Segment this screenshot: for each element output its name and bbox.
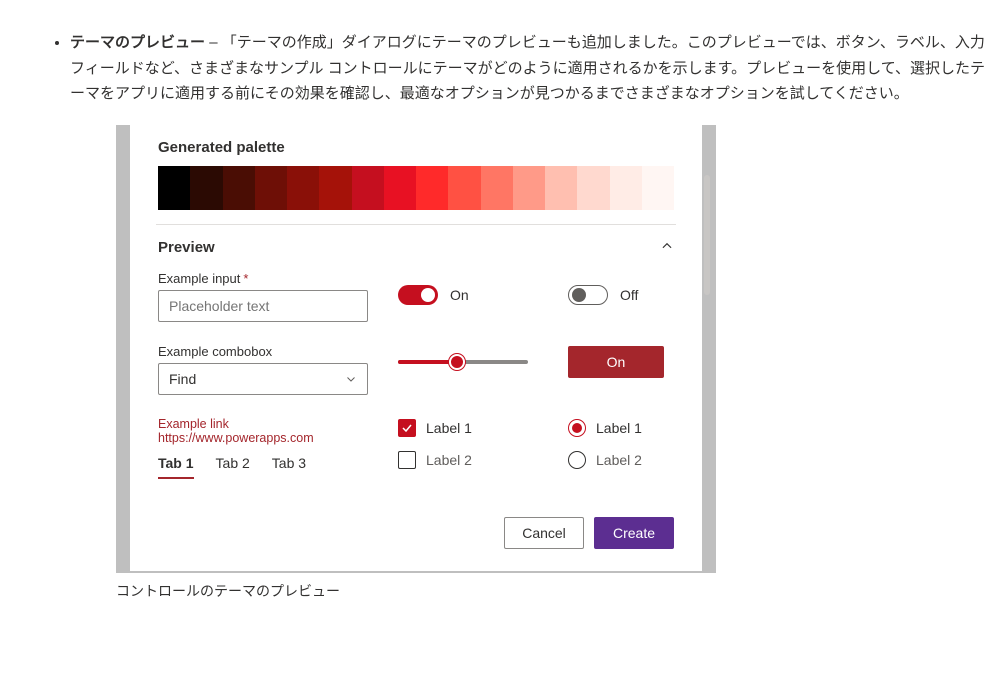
example-combobox[interactable]: Find [158, 363, 368, 395]
example-input[interactable] [158, 290, 368, 322]
radio-row: Label 1 [568, 419, 698, 437]
palette-swatch [545, 166, 577, 210]
example-slider[interactable] [398, 360, 528, 364]
radio-row: Label 2 [568, 451, 698, 469]
checkbox-row: Label 1 [398, 419, 548, 437]
palette-swatch [352, 166, 384, 210]
checkbox-row: Label 2 [398, 451, 548, 469]
toggle-off-row: Off [568, 271, 698, 303]
palette-swatch [448, 166, 480, 210]
example-combobox-label: Example combobox [158, 344, 272, 359]
toggle-on-row: On [398, 271, 548, 303]
radio[interactable] [568, 451, 586, 469]
palette-swatch [255, 166, 287, 210]
scrollbar[interactable] [704, 135, 710, 515]
palette-swatch [319, 166, 351, 210]
generated-palette [158, 166, 674, 210]
checkbox-label: Label 2 [426, 452, 472, 468]
palette-swatch [158, 166, 190, 210]
palette-swatch [384, 166, 416, 210]
example-combobox-field: Example combobox Find [158, 344, 378, 395]
bullet-body: 「テーマの作成」ダイアログにテーマのプレビューも追加しました。このプレビューでは… [70, 34, 985, 102]
example-link[interactable]: Example link https://www.powerapps.com [158, 417, 378, 445]
bullet-dash: – [209, 34, 217, 51]
dialog-frame: Generated palette Preview Exampl [116, 125, 716, 573]
checkbox[interactable] [398, 451, 416, 469]
radio-label: Label 1 [596, 420, 642, 436]
tab-3[interactable]: Tab 3 [272, 455, 306, 479]
toggle-off[interactable] [568, 285, 608, 305]
palette-swatch [190, 166, 222, 210]
bullet-title: テーマのプレビュー [70, 34, 205, 51]
palette-swatch [287, 166, 319, 210]
tabs: Tab 1 Tab 2 Tab 3 [158, 445, 378, 479]
chevron-down-icon [345, 373, 357, 385]
example-input-label: Example input [158, 271, 240, 286]
toggle-on[interactable] [398, 285, 438, 305]
palette-swatch [481, 166, 513, 210]
required-asterisk: * [243, 271, 248, 286]
palette-swatch [642, 166, 674, 210]
tab-1[interactable]: Tab 1 [158, 455, 194, 479]
cancel-button[interactable]: Cancel [504, 517, 584, 549]
example-combobox-value: Find [169, 371, 196, 387]
checkbox-label: Label 1 [426, 420, 472, 436]
on-button[interactable]: On [568, 346, 664, 378]
preview-label: Preview [158, 239, 215, 256]
palette-swatch [610, 166, 642, 210]
palette-swatch [513, 166, 545, 210]
radio[interactable] [568, 419, 586, 437]
example-input-field: Example input * [158, 271, 378, 322]
figure-caption: コントロールのテーマのプレビュー [116, 581, 990, 601]
toggle-off-label: Off [620, 287, 638, 303]
generated-palette-label: Generated palette [158, 125, 674, 166]
toggle-on-label: On [450, 287, 469, 303]
palette-swatch [223, 166, 255, 210]
chevron-up-icon[interactable] [660, 239, 674, 257]
create-button[interactable]: Create [594, 517, 674, 549]
radio-label: Label 2 [596, 452, 642, 468]
tab-2[interactable]: Tab 2 [216, 455, 250, 479]
checkbox[interactable] [398, 419, 416, 437]
palette-swatch [416, 166, 448, 210]
palette-swatch [577, 166, 609, 210]
